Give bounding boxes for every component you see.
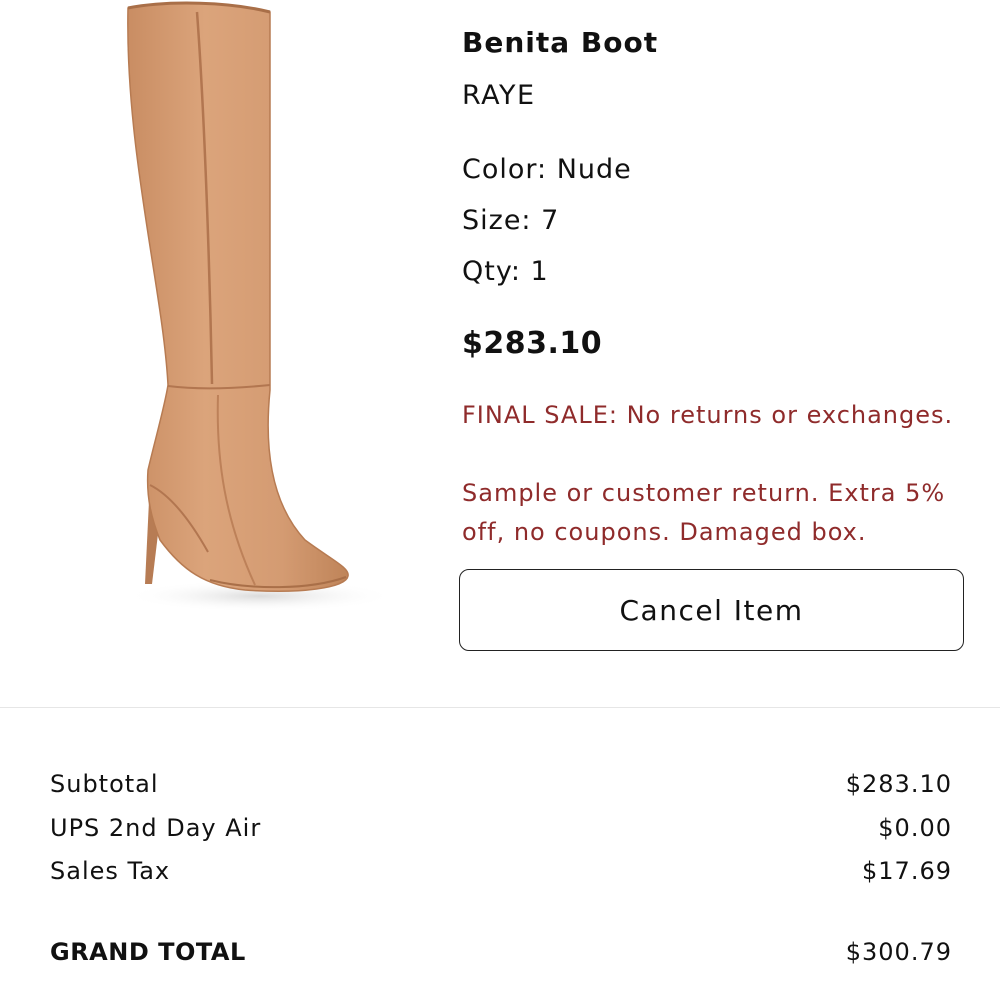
shipping-value: $0.00	[878, 814, 952, 842]
product-color: Color: Nude	[462, 154, 632, 185]
product-price: $283.10	[462, 326, 603, 361]
summary-row-tax: Sales Tax $17.69	[50, 857, 952, 885]
product-title: Benita Boot	[462, 26, 659, 59]
grand-total-label: GRAND TOTAL	[50, 938, 246, 966]
brand-name: RAYE	[462, 80, 536, 111]
summary-row-grand-total: GRAND TOTAL $300.79	[50, 938, 952, 966]
shipping-label: UPS 2nd Day Air	[50, 814, 262, 842]
sales-tax-label: Sales Tax	[50, 857, 171, 885]
product-image	[100, 0, 400, 620]
sample-return-note: Sample or customer return. Extra 5% off,…	[462, 479, 946, 546]
cancel-item-button[interactable]: Cancel Item	[459, 569, 964, 651]
sales-tax-value: $17.69	[862, 857, 952, 885]
grand-total-value: $300.79	[845, 938, 952, 966]
boot-image	[125, 1, 395, 612]
section-divider	[0, 707, 1000, 708]
summary-row-shipping: UPS 2nd Day Air $0.00	[50, 814, 952, 842]
final-sale-notice: FINAL SALE: No returns or exchanges.	[462, 401, 954, 429]
subtotal-label: Subtotal	[50, 770, 159, 798]
summary-row-subtotal: Subtotal $283.10	[50, 770, 952, 798]
product-size: Size: 7	[462, 205, 560, 236]
subtotal-value: $283.10	[845, 770, 952, 798]
product-quantity: Qty: 1	[462, 256, 549, 287]
